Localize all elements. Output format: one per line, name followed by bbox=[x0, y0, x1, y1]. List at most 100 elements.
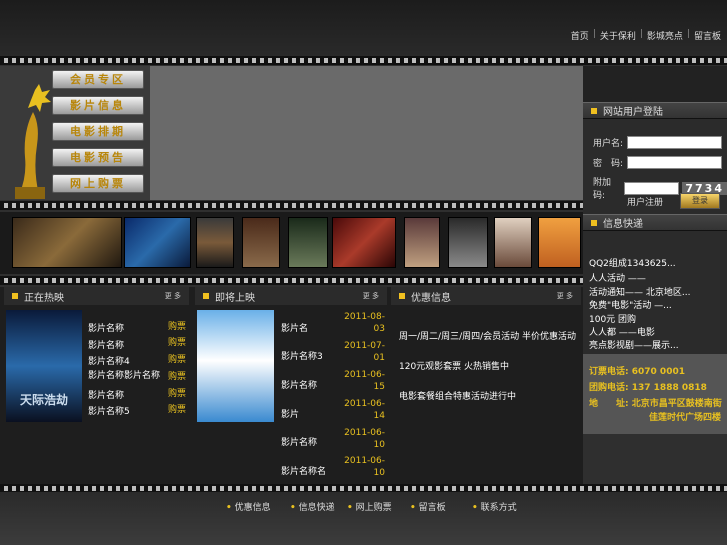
news-title: 信息快递 bbox=[583, 214, 727, 231]
poster-5[interactable] bbox=[288, 217, 328, 268]
release-date: 2011-06-10 bbox=[344, 428, 385, 450]
news-item[interactable]: 人人都 ——电影 bbox=[589, 325, 655, 338]
menu-trailer[interactable]: 电影预告 bbox=[52, 148, 144, 167]
movie-title[interactable]: 影片名 bbox=[281, 321, 308, 334]
film-strip-top bbox=[0, 56, 727, 65]
top-nav: 首页 | 关于保利 | 影城亮点 | 留言板 bbox=[570, 29, 721, 42]
square-icon bbox=[591, 219, 597, 226]
buy-link[interactable]: 购票 bbox=[168, 319, 186, 332]
movie-title[interactable]: 影片名称 bbox=[281, 378, 317, 391]
trophy-icon bbox=[15, 84, 51, 199]
password-input[interactable] bbox=[627, 156, 723, 169]
contact-panel: 订票电话: 6070 0001 团购电话: 137 1888 0818 地 址:… bbox=[583, 354, 727, 434]
nav-about[interactable]: 关于保利 bbox=[600, 29, 636, 42]
buy-link[interactable]: 购票 bbox=[168, 352, 186, 365]
film-strip-lower bbox=[0, 276, 583, 285]
footer-link-promo[interactable]: • 优惠信息 bbox=[226, 500, 271, 513]
poster-1[interactable] bbox=[12, 217, 122, 268]
promo-item[interactable]: 电影套餐组合特惠活动进行中 bbox=[399, 389, 516, 402]
promo-item[interactable]: 120元观影套票 火热销售中 bbox=[399, 359, 509, 372]
release-date: 2011-06-15 bbox=[344, 370, 385, 392]
buy-link[interactable]: 购票 bbox=[168, 386, 186, 399]
promo-section: 优惠信息更 多 周一/周二/周三/周四/会员活动 半价优惠活动 120元观影套票… bbox=[391, 287, 581, 429]
news-item[interactable]: 免费"电影"活动 —... bbox=[589, 298, 672, 311]
movie-title[interactable]: 影片名称 bbox=[88, 338, 124, 351]
menu-film-info[interactable]: 影片信息 bbox=[52, 96, 144, 115]
nav-guestbook[interactable]: 留言板 bbox=[694, 29, 721, 42]
buy-link[interactable]: 购票 bbox=[168, 402, 186, 415]
footer-link-buy[interactable]: • 网上购票 bbox=[347, 500, 392, 513]
movie-title[interactable]: 影片名称名 bbox=[281, 464, 326, 477]
footer-link-guestbook[interactable]: • 留言板 bbox=[410, 500, 446, 513]
menu-schedule[interactable]: 电影排期 bbox=[52, 122, 144, 141]
movie-title[interactable]: 影片名称3 bbox=[281, 349, 323, 362]
movie-title[interactable]: 影片名称4 bbox=[88, 354, 130, 367]
now-showing-poster[interactable]: 天际浩劫 bbox=[6, 310, 82, 422]
ticket-label: 订票电话: bbox=[589, 367, 629, 377]
group-phone: 137 1888 0818 bbox=[631, 383, 707, 393]
address-label: 地 址: bbox=[589, 399, 629, 409]
poster-10[interactable] bbox=[538, 217, 581, 268]
more-link[interactable]: 更 多 bbox=[557, 291, 573, 301]
more-link[interactable]: 更 多 bbox=[363, 291, 379, 301]
login-panel: 网站用户登陆 用户名: 密 码: 附加码: 7734 用户注册 登录 bbox=[583, 102, 727, 214]
news-item[interactable]: 人人活动 —— bbox=[589, 271, 646, 284]
group-label: 团购电话: bbox=[589, 383, 629, 393]
poster-2[interactable] bbox=[124, 217, 191, 268]
address-line2: 佳莲时代广场四楼 bbox=[649, 413, 722, 423]
release-date: 2011-08-03 bbox=[344, 312, 385, 334]
login-button[interactable]: 登录 bbox=[680, 193, 720, 209]
buy-link[interactable]: 购票 bbox=[168, 369, 186, 382]
news-item[interactable]: QQ2组成1343625... bbox=[589, 256, 676, 269]
now-showing-title: 正在热映更 多 bbox=[4, 287, 189, 305]
address-line1: 北京市昌平区鼓楼南街 bbox=[631, 399, 722, 409]
captcha-input[interactable] bbox=[624, 181, 680, 195]
movie-title[interactable]: 影片名称 bbox=[281, 435, 317, 448]
release-date: 2011-06-14 bbox=[344, 399, 385, 421]
news-item[interactable]: 亮点影视剧——展示... bbox=[589, 338, 723, 351]
square-icon bbox=[203, 293, 209, 299]
movie-title[interactable]: 影片 bbox=[281, 407, 299, 420]
now-showing-section: 正在热映更 多 天际浩劫 影片名称 购票 影片名称 购票 影片名称4 购票 影片… bbox=[4, 287, 189, 429]
nav-home[interactable]: 首页 bbox=[571, 29, 589, 42]
username-row: 用户名: bbox=[593, 136, 723, 149]
movie-title[interactable]: 影片名称 bbox=[88, 321, 124, 334]
news-panel: 信息快递 QQ2组成1343625... 人人活动 —— 活动通知—— 北京地区… bbox=[583, 214, 727, 354]
poster-9[interactable] bbox=[494, 217, 532, 268]
password-row: 密 码: bbox=[593, 156, 723, 169]
more-link[interactable]: 更 多 bbox=[165, 291, 181, 301]
square-icon bbox=[591, 107, 597, 114]
menu-buy-ticket[interactable]: 网上购票 bbox=[52, 174, 144, 193]
footer-link-contact[interactable]: • 联系方式 bbox=[472, 500, 517, 513]
square-icon bbox=[399, 293, 405, 299]
banner-area bbox=[150, 66, 583, 200]
release-date: 2011-07-01 bbox=[344, 341, 385, 363]
register-link[interactable]: 用户注册 bbox=[627, 195, 663, 208]
ticket-phone: 6070 0001 bbox=[631, 367, 685, 377]
poster-4[interactable] bbox=[242, 217, 280, 268]
film-strip-mid bbox=[0, 201, 583, 210]
coming-soon-title: 即将上映更 多 bbox=[195, 287, 387, 305]
promo-title: 优惠信息更 多 bbox=[391, 287, 581, 305]
poster-8[interactable] bbox=[448, 217, 488, 268]
login-title: 网站用户登陆 bbox=[583, 102, 727, 119]
coming-soon-poster[interactable] bbox=[197, 310, 274, 422]
promo-item[interactable]: 周一/周二/周三/周四/会员活动 半价优惠活动 bbox=[399, 329, 576, 342]
movie-title[interactable]: 影片名称影片名称 bbox=[88, 371, 160, 382]
right-top-panel bbox=[583, 66, 727, 102]
poster-6[interactable] bbox=[332, 217, 396, 268]
menu-member[interactable]: 会员专区 bbox=[52, 70, 144, 89]
nav-highlights[interactable]: 影城亮点 bbox=[647, 29, 683, 42]
username-input[interactable] bbox=[627, 136, 723, 149]
buy-link[interactable]: 购票 bbox=[168, 335, 186, 348]
movie-title[interactable]: 影片名称5 bbox=[88, 404, 130, 417]
news-item[interactable]: 活动通知—— 北京地区... bbox=[589, 285, 690, 298]
poster-7[interactable] bbox=[404, 217, 440, 268]
news-item[interactable]: 100元 团购 bbox=[589, 312, 636, 325]
coming-soon-section: 即将上映更 多 影片名 2011-08-03 影片名称3 2011-07-01 … bbox=[195, 287, 387, 485]
square-icon bbox=[12, 293, 18, 299]
footer-link-news[interactable]: • 信息快递 bbox=[290, 500, 335, 513]
release-date: 2011-06-10 bbox=[344, 456, 385, 478]
movie-title[interactable]: 影片名称 bbox=[88, 388, 124, 401]
poster-3[interactable] bbox=[196, 217, 234, 268]
